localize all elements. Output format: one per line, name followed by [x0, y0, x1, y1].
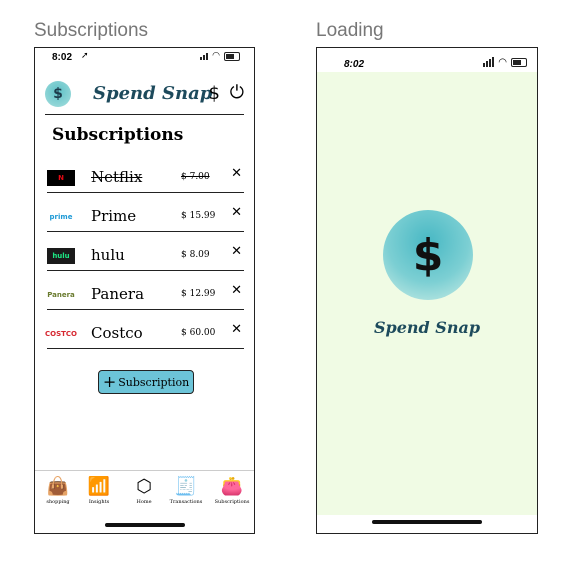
- battery-icon: [511, 58, 527, 67]
- wifi-icon: ◠: [212, 51, 220, 61]
- app-header: $ Spend Snap $ ⏻: [45, 78, 244, 115]
- brand-name: Spend Snap: [93, 83, 213, 104]
- dollar-logo-icon: $: [53, 86, 63, 102]
- subscription-name: Netflix: [91, 168, 143, 186]
- subscription-row[interactable]: prime Prime $ 15.99 ✕: [47, 205, 244, 232]
- subscriptions-screen: 8:02 ➚ ◠ $ Spend Snap $ ⏻ Subscriptions …: [34, 47, 255, 534]
- tab-home[interactable]: ⬡ Home: [124, 476, 164, 506]
- page-title: Subscriptions: [52, 125, 184, 145]
- power-icon[interactable]: ⏻: [230, 82, 244, 103]
- tab-shopping[interactable]: 👜 shopping: [38, 476, 78, 506]
- status-icons-loading: ◠: [483, 56, 527, 68]
- status-time-loading: 8:02: [344, 59, 365, 70]
- remove-icon[interactable]: ✕: [231, 205, 242, 220]
- tab-label: shopping: [46, 499, 70, 505]
- status-icons: ◠: [200, 51, 240, 61]
- home-indicator: [104, 523, 185, 527]
- plus-icon: +: [102, 372, 117, 391]
- add-subscription-label: Subscription: [118, 375, 190, 389]
- tab-subscriptions[interactable]: 👛 Subscriptions: [212, 476, 252, 506]
- remove-icon[interactable]: ✕: [231, 244, 242, 259]
- bar-chart-icon: 📶: [87, 476, 111, 497]
- status-bar-loading: 8:02 ◠: [317, 48, 537, 72]
- tab-transactions[interactable]: 🧾 Transactions: [166, 476, 206, 506]
- app-logo[interactable]: $: [45, 81, 71, 107]
- signal-icon: [483, 56, 495, 67]
- subscription-name: Costco: [91, 324, 143, 342]
- wifi-icon: ◠: [498, 57, 507, 68]
- subscription-price: $ 8.09: [181, 250, 210, 260]
- loading-screen: 8:02 ◠ $ Spend Snap: [316, 47, 538, 534]
- home-indicator: [372, 520, 482, 524]
- subscription-price: $ 12.99: [181, 289, 216, 299]
- loading-brand-name: Spend Snap: [373, 318, 481, 337]
- subscription-row[interactable]: Panera Panera $ 12.99 ✕: [47, 283, 244, 310]
- tab-label: Home: [136, 499, 152, 505]
- remove-icon[interactable]: ✕: [231, 283, 242, 298]
- receipt-icon: 🧾: [174, 476, 198, 497]
- wallet-icon: 👛: [220, 476, 244, 497]
- dollar-logo-icon: $: [412, 229, 444, 281]
- location-arrow-icon: ➚: [81, 51, 89, 61]
- signal-icon: [200, 52, 209, 60]
- subscription-price: $ 15.99: [181, 211, 216, 221]
- subscription-price: $ 60.00: [181, 328, 216, 338]
- loading-logo: $: [383, 210, 473, 300]
- shopping-bag-icon: 👜: [46, 476, 70, 497]
- subscription-row[interactable]: COSTCO Costco $ 60.00 ✕: [45, 322, 244, 349]
- subscription-name: Panera: [91, 285, 145, 303]
- subscription-name: Prime: [91, 207, 137, 225]
- add-subscription-button[interactable]: + Subscription: [98, 370, 194, 394]
- panera-logo-icon: Panera: [47, 287, 75, 303]
- tab-bar: 👜 shopping 📶 Insights ⬡ Home 🧾 Transactions 👛 Sub…: [35, 470, 254, 533]
- bottom-strip: [317, 515, 537, 533]
- subscription-name: hulu: [91, 246, 125, 264]
- frame-label-loading: Loading: [316, 20, 384, 41]
- frame-label-subscriptions: Subscriptions: [34, 20, 149, 41]
- tab-label: Subscriptions: [214, 499, 250, 505]
- dollar-icon[interactable]: $: [209, 83, 220, 104]
- remove-icon[interactable]: ✕: [231, 166, 242, 181]
- prime-logo-icon: prime: [47, 209, 75, 225]
- subscription-row[interactable]: N Netflix $ 7.00 ✕: [47, 166, 244, 193]
- subscription-row[interactable]: hulu hulu $ 8.09 ✕: [47, 244, 244, 271]
- status-bar: 8:02 ➚ ◠: [35, 48, 254, 68]
- tab-insights[interactable]: 📶 Insights: [79, 476, 119, 506]
- hulu-logo-icon: hulu: [47, 248, 75, 264]
- battery-icon: [224, 51, 240, 61]
- remove-icon[interactable]: ✕: [231, 322, 242, 337]
- cube-icon: ⬡: [136, 476, 152, 497]
- tab-label: Transactions: [169, 499, 203, 505]
- tab-label: Insights: [88, 499, 110, 505]
- subscription-price: $ 7.00: [181, 172, 210, 182]
- netflix-logo-icon: N: [47, 170, 75, 186]
- costco-logo-icon: COSTCO: [45, 326, 77, 342]
- status-time: 8:02: [52, 52, 73, 63]
